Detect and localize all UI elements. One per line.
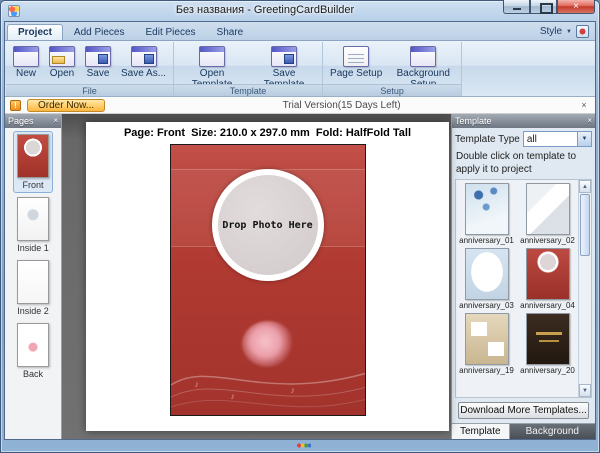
page-item-front[interactable]: Front	[14, 132, 52, 192]
page-item-inside2[interactable]: Inside 2	[14, 258, 52, 318]
page-setup-icon	[343, 46, 369, 67]
page-info-header: Page: Front Size: 210.0 x 297.0 mm Fold:…	[124, 127, 411, 139]
tab-background[interactable]: Background	[510, 424, 595, 439]
group-label-template: Template	[174, 84, 322, 96]
download-templates-button[interactable]: Download More Templates...	[458, 402, 589, 419]
tab-template[interactable]: Template	[452, 424, 510, 439]
drop-photo-label: Drop Photo Here	[222, 220, 312, 231]
save-button[interactable]: Save	[81, 44, 115, 81]
template-thumbnail	[526, 313, 570, 365]
template-panel-header: Template	[452, 114, 595, 128]
new-document-icon	[13, 46, 39, 67]
page-sheet: Page: Front Size: 210.0 x 297.0 mm Fold:…	[86, 122, 449, 431]
template-panel: Template Template Type all ▼ Double clic…	[451, 114, 595, 439]
template-thumbnail	[465, 183, 509, 235]
page-thumbnail-inside2	[17, 260, 49, 304]
trial-bar-close-icon[interactable]	[578, 99, 590, 111]
swirl-decoration	[171, 337, 366, 415]
statusbar-logo-icon	[297, 442, 311, 449]
client-area: Project Add Pieces Edit Pieces Share Sty…	[4, 21, 596, 440]
window-controls	[503, 0, 595, 14]
style-label: Style	[540, 26, 562, 37]
minimize-button[interactable]	[503, 0, 530, 14]
group-label-setup: Setup	[323, 84, 461, 96]
template-type-label: Template Type	[455, 134, 520, 145]
music-note-icon: ♪	[291, 385, 296, 395]
new-button[interactable]: New	[9, 44, 43, 81]
ribbon-group-file: New Open Save Save As... File	[6, 42, 174, 96]
card-preview[interactable]: Drop Photo Here ♪ ♪ ♪	[170, 144, 366, 416]
page-thumbnail-inside1	[17, 197, 49, 241]
save-icon	[85, 46, 111, 67]
save-as-icon	[131, 46, 157, 67]
tab-project[interactable]: Project	[7, 24, 63, 40]
style-dropdown[interactable]: Style ▼	[536, 25, 593, 40]
trial-message: Trial Version(15 Days Left)	[111, 100, 572, 111]
tab-share[interactable]: Share	[207, 25, 254, 40]
template-panel-tabs: Template Background	[452, 423, 595, 439]
music-note-icon: ♪	[195, 379, 200, 389]
background-setup-icon	[410, 46, 436, 67]
chevron-down-icon: ▼	[566, 29, 572, 35]
maximize-button[interactable]	[530, 0, 557, 14]
dropdown-arrow-icon[interactable]: ▼	[577, 132, 591, 146]
window-title: Без названия - GreetingCardBuilder	[45, 4, 485, 16]
ribbon: New Open Save Save As... File	[5, 41, 595, 97]
save-as-button[interactable]: Save As...	[117, 44, 170, 81]
open-folder-icon	[49, 46, 75, 67]
template-item[interactable]: anniversary_20	[518, 313, 577, 375]
trial-warning-icon	[10, 100, 21, 111]
music-note-icon: ♪	[231, 391, 236, 401]
main-area: Pages Front Inside 1 Inside 2	[5, 114, 595, 439]
template-type-value: all	[524, 134, 577, 145]
template-panel-title: Template	[455, 116, 492, 126]
ribbon-group-template: Open Template Save Template Template	[174, 42, 323, 96]
page-thumbnail-back	[17, 323, 49, 367]
pages-panel-title: Pages	[8, 116, 34, 126]
template-scrollbar[interactable]: ▲ ▼	[578, 180, 591, 397]
template-panel-close-icon[interactable]	[587, 117, 592, 125]
template-thumbnail	[526, 248, 570, 300]
pages-panel-close-icon[interactable]	[53, 117, 58, 125]
template-hint: Double click on template to apply it to …	[456, 151, 591, 176]
template-item[interactable]: anniversary_01	[457, 183, 516, 245]
group-label-file: File	[6, 84, 173, 96]
tab-add-pieces[interactable]: Add Pieces	[64, 25, 135, 40]
scrollbar-thumb[interactable]	[580, 194, 590, 256]
template-grid: anniversary_01 anniversary_02 anniversar…	[456, 180, 578, 397]
template-item[interactable]: anniversary_04	[518, 248, 577, 310]
open-button[interactable]: Open	[45, 44, 79, 81]
trial-bar: Order Now... Trial Version(15 Days Left)	[5, 97, 595, 114]
template-item[interactable]: anniversary_03	[457, 248, 516, 310]
scroll-up-icon[interactable]: ▲	[579, 180, 591, 193]
ribbon-tab-row: Project Add Pieces Edit Pieces Share Sty…	[5, 22, 595, 41]
app-window: Без названия - GreetingCardBuilder Proje…	[0, 0, 600, 453]
canvas: Page: Front Size: 210.0 x 297.0 mm Fold:…	[62, 114, 451, 439]
template-panel-body: Template Type all ▼ Double click on temp…	[452, 128, 595, 423]
page-item-back[interactable]: Back	[14, 321, 52, 381]
save-template-icon	[271, 46, 297, 67]
ribbon-group-setup: Page Setup Background Setup Setup	[323, 42, 462, 96]
pages-panel-header: Pages	[5, 114, 61, 128]
pages-panel: Pages Front Inside 1 Inside 2	[5, 114, 62, 439]
template-thumbnail	[526, 183, 570, 235]
order-now-button[interactable]: Order Now...	[27, 99, 105, 112]
template-item[interactable]: anniversary_02	[518, 183, 577, 245]
photo-drop-zone[interactable]: Drop Photo Here	[212, 169, 324, 281]
page-setup-button[interactable]: Page Setup	[326, 44, 386, 81]
template-thumbnail	[465, 313, 509, 365]
close-button[interactable]	[557, 0, 595, 14]
page-item-inside1[interactable]: Inside 1	[14, 195, 52, 255]
style-color-icon[interactable]	[576, 25, 589, 38]
template-thumbnail	[465, 248, 509, 300]
template-type-select[interactable]: all ▼	[523, 131, 592, 147]
app-icon	[8, 5, 20, 17]
tab-edit-pieces[interactable]: Edit Pieces	[136, 25, 206, 40]
scroll-down-icon[interactable]: ▼	[579, 384, 591, 397]
template-list: anniversary_01 anniversary_02 anniversar…	[455, 179, 592, 398]
open-template-icon	[199, 46, 225, 67]
template-item[interactable]: anniversary_19	[457, 313, 516, 375]
page-thumbnail-front	[17, 134, 49, 178]
pages-list: Front Inside 1 Inside 2 Back	[5, 128, 61, 439]
